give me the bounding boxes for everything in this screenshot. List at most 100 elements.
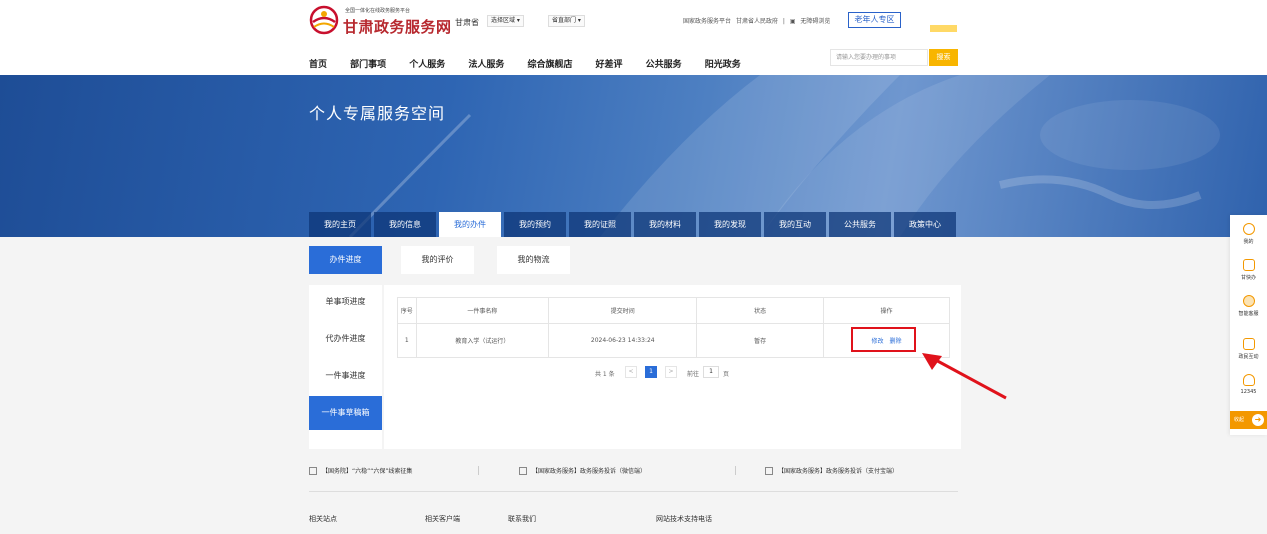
float-label-gov-interaction: 政民互动 (1238, 354, 1259, 360)
qr-code-icon (519, 467, 527, 475)
qr-code-icon (309, 467, 317, 475)
subtab-reviews[interactable]: 我的评价 (401, 246, 474, 274)
phone-icon (1242, 259, 1255, 271)
col-status: 状态 (696, 297, 824, 324)
tab-info[interactable]: 我的信息 (374, 212, 436, 237)
banner: 个人专属服务空间 我的主页 我的信息 我的办件 我的预约 我的证照 我的材料 我… (0, 75, 1267, 237)
float-collapse-label: 收起 (1234, 417, 1245, 423)
user-icon (1242, 223, 1255, 235)
dept-select-label: 省直部门 (552, 17, 577, 24)
link-national-platform[interactable]: 国家政务服务平台 (683, 18, 731, 25)
search-button[interactable]: 搜索 (929, 49, 958, 66)
pager-page-1[interactable]: 1 (645, 366, 657, 378)
col-name: 一件事名称 (415, 297, 550, 324)
logo-title: 甘肃政务服务网 (343, 18, 452, 36)
pager-next-button[interactable]: > (665, 366, 677, 378)
footer: 【国务院】“六稳”“六保”线索征集 【国家政务服务】政务服务投诉（微信端） 【国… (0, 449, 1267, 534)
pager-prev-button[interactable]: < (625, 366, 637, 378)
float-item-mine[interactable]: 我的 (1230, 223, 1267, 245)
footer-contact-us[interactable]: 联系我们 (508, 514, 536, 524)
tab-discover[interactable]: 我的发现 (699, 212, 761, 237)
nav-legal-service[interactable]: 法人服务 (468, 57, 504, 70)
footer-link-label: 【国家政务服务】政务服务投诉（微信端） (532, 468, 647, 475)
nav-personal-service[interactable]: 个人服务 (409, 57, 445, 70)
logo-emblem-icon (309, 5, 339, 35)
accessibility-icon: ▣ (789, 18, 796, 25)
region-select[interactable]: 选择区域 ▾ (487, 15, 524, 27)
footer-divider (735, 466, 736, 475)
pager-goto-label: 前往 (687, 371, 700, 378)
tab-public-service[interactable]: 公共服务 (829, 212, 891, 237)
red-arrow-icon (922, 353, 1007, 400)
sidebar-item-single-progress[interactable]: 单事项进度 (309, 285, 382, 319)
sidebar: 单事项进度 代办件进度 一件事进度 一件事草稿箱 (309, 285, 382, 449)
headset-icon (1242, 374, 1255, 386)
sidebar-item-proxy-progress[interactable]: 代办件进度 (309, 322, 382, 356)
tab-materials[interactable]: 我的材料 (634, 212, 696, 237)
site-logo[interactable]: 全国一体化在线政务服务平台 甘肃政务服务网 (309, 4, 452, 36)
footer-link-state-council[interactable]: 【国务院】“六稳”“六保”线索征集 (309, 466, 412, 475)
tab-interaction[interactable]: 我的互动 (764, 212, 826, 237)
footer-related-clients[interactable]: 相关客户端 (425, 514, 460, 524)
float-item-gankuaiban[interactable]: 甘快办 (1230, 259, 1267, 281)
cell-time: 2024-06-23 14:33:24 (548, 323, 698, 358)
search-input[interactable]: 请输入您要办理的事项 (830, 49, 928, 66)
footer-link-wechat-complaint[interactable]: 【国家政务服务】政务服务投诉（微信端） (519, 466, 646, 475)
pager-total: 共 1 条 (595, 371, 615, 378)
logo-subtitle: 全国一体化在线政务服务平台 (345, 8, 411, 14)
nav-flagship-store[interactable]: 综合旗舰店 (527, 57, 572, 70)
float-item-gov-interaction[interactable]: 政民互动 (1230, 338, 1267, 360)
senior-zone-button[interactable]: 老年人专区 (848, 12, 901, 28)
cell-index: 1 (397, 323, 417, 358)
qr-code-icon (765, 467, 773, 475)
link-gansu-gov[interactable]: 甘肃省人民政府 (736, 18, 778, 25)
tab-my-cases[interactable]: 我的办件 (439, 212, 501, 237)
float-collapse-button[interactable]: 收起 ➜ (1230, 411, 1267, 429)
float-item-12345[interactable]: 12345 (1230, 374, 1267, 395)
nav-sunshine-gov[interactable]: 阳光政务 (705, 57, 741, 70)
float-label-mine: 我的 (1243, 239, 1254, 245)
footer-link-label: 【国务院】“六稳”“六保”线索征集 (322, 468, 413, 475)
col-actions: 操作 (822, 297, 951, 324)
pager-page-unit: 页 (723, 371, 730, 378)
table-header-row: 序号 一件事名称 提交时间 状态 操作 (397, 297, 951, 324)
tab-home[interactable]: 我的主页 (309, 212, 371, 237)
nav-rating[interactable]: 好差评 (596, 57, 623, 70)
header: 全国一体化在线政务服务平台 甘肃政务服务网 甘肃省 选择区域 ▾ 省直部门 ▾ … (0, 0, 1267, 75)
float-label-12345: 12345 (1240, 389, 1257, 395)
tab-certificates[interactable]: 我的证照 (569, 212, 631, 237)
province-label: 甘肃省 (455, 18, 479, 27)
top-links: 国家政务服务平台 甘肃省人民政府 | ▣ 无障碍浏览 (683, 16, 833, 25)
subtab-progress[interactable]: 办件进度 (309, 246, 382, 274)
page-title: 个人专属服务空间 (309, 104, 446, 123)
col-index: 序号 (397, 297, 417, 324)
float-label-smart-service: 智能客服 (1238, 311, 1259, 317)
footer-divider (478, 466, 479, 475)
cell-name: 教育入学（试运行） (415, 323, 550, 358)
sidebar-item-one-thing-progress[interactable]: 一件事进度 (309, 359, 382, 393)
page: 全国一体化在线政务服务平台 甘肃政务服务网 甘肃省 选择区域 ▾ 省直部门 ▾ … (0, 0, 1267, 534)
header-badge (930, 25, 957, 32)
footer-related-sites[interactable]: 相关站点 (309, 514, 337, 524)
main-nav: 首页 部门事项 个人服务 法人服务 综合旗舰店 好差评 公共服务 阳光政务 (309, 52, 759, 71)
link-accessibility[interactable]: 无障碍浏览 (800, 18, 830, 25)
nav-public-service[interactable]: 公共服务 (646, 57, 682, 70)
top-links-separator: | (782, 18, 785, 25)
tab-policy-center[interactable]: 政策中心 (894, 212, 956, 237)
tab-appointments[interactable]: 我的预约 (504, 212, 566, 237)
robot-avatar-icon (1242, 295, 1255, 307)
nav-home[interactable]: 首页 (309, 57, 327, 70)
region-select-label: 选择区域 (491, 17, 516, 24)
float-item-smart-service[interactable]: 智能客服 (1230, 295, 1267, 317)
float-toolbar: 我的 甘快办 智能客服 政民互动 12345 收起 ➜ (1230, 215, 1267, 435)
pager-page-input[interactable]: 1 (703, 366, 719, 378)
sidebar-item-drafts[interactable]: 一件事草稿箱 (309, 396, 382, 430)
subtab-logistics[interactable]: 我的物流 (497, 246, 570, 274)
footer-link-alipay-complaint[interactable]: 【国家政务服务】政务服务投诉（支付宝端） (765, 466, 898, 475)
footer-support-phone: 网站技术支持电话 (656, 515, 712, 523)
cell-status: 暂存 (696, 323, 824, 358)
arrow-right-icon: ➜ (1252, 414, 1264, 426)
float-label-gankuaiban: 甘快办 (1240, 275, 1256, 281)
dept-select[interactable]: 省直部门 ▾ (548, 15, 585, 27)
nav-department-items[interactable]: 部门事项 (350, 57, 386, 70)
